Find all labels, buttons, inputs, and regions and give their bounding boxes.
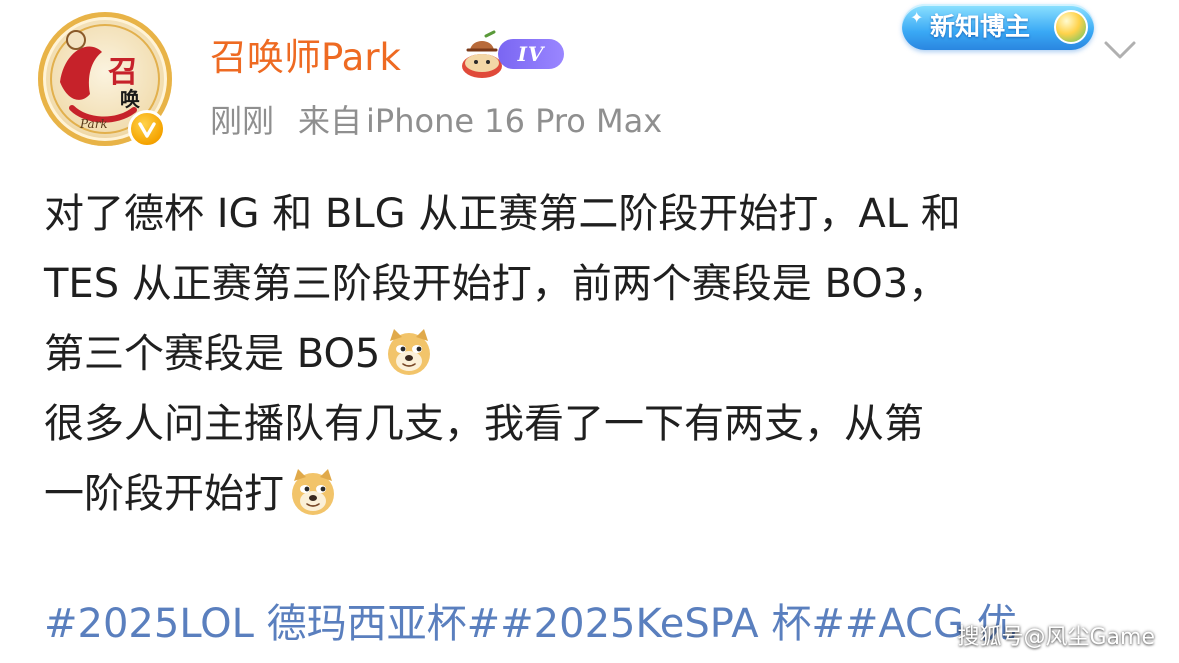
post-text: 一阶段开始打 xyxy=(44,471,284,517)
post-text-line: 一阶段开始打 xyxy=(44,466,1144,522)
doge-emoji-icon xyxy=(288,467,338,517)
username-link[interactable]: 召唤师Park xyxy=(210,30,401,86)
new-knowledge-blogger-badge[interactable]: ✦ 新知博主 xyxy=(902,4,1094,50)
post-meta: 刚刚 来自 iPhone 16 Pro Max xyxy=(210,96,662,146)
post-source-device: iPhone 16 Pro Max xyxy=(366,102,663,140)
verified-badge-icon xyxy=(128,110,166,148)
post-text-line: 对了德杯 IG 和 BLG 从正赛第二阶段开始打，AL 和 xyxy=(44,186,1144,242)
avatar-logo-text: 召 xyxy=(107,55,138,90)
post-text: 对了德杯 IG 和 BLG 从正赛第二阶段开始打，AL 和 xyxy=(44,191,961,237)
post-text-line: 很多人问主播队有几支，我看了一下有两支，从第 xyxy=(44,396,1144,452)
post-time: 刚刚 xyxy=(210,102,275,140)
hot-badge-label: 新知博主 xyxy=(930,12,1031,41)
post-content: 对了德杯 IG 和 BLG 从正赛第二阶段开始打，AL 和 TES 从正赛第三阶… xyxy=(44,186,1144,522)
user-level-badge: IV xyxy=(498,39,564,69)
avatar-logo-text: 唤 xyxy=(120,87,140,111)
post-text: TES 从正赛第三阶段开始打，前两个赛段是 BO3， xyxy=(44,261,949,307)
source-watermark: 搜狐号@风尘Game xyxy=(957,625,1156,650)
avatar-logo-text: Park xyxy=(79,117,108,131)
post-text-line: TES 从正赛第三阶段开始打，前两个赛段是 BO3， xyxy=(44,256,1144,312)
post-text: 第三个赛段是 BO5 xyxy=(44,331,381,377)
post-source-prefix: 来自 xyxy=(298,102,363,140)
post-text-line: 第三个赛段是 BO5 xyxy=(44,326,1144,382)
post-text: 很多人问主播队有几支，我看了一下有两支，从第 xyxy=(44,401,924,447)
sparkle-icon: ✦ xyxy=(910,8,924,27)
chevron-down-icon[interactable] xyxy=(1098,28,1142,72)
globe-icon xyxy=(1054,10,1088,44)
doge-emoji-icon xyxy=(384,327,434,377)
